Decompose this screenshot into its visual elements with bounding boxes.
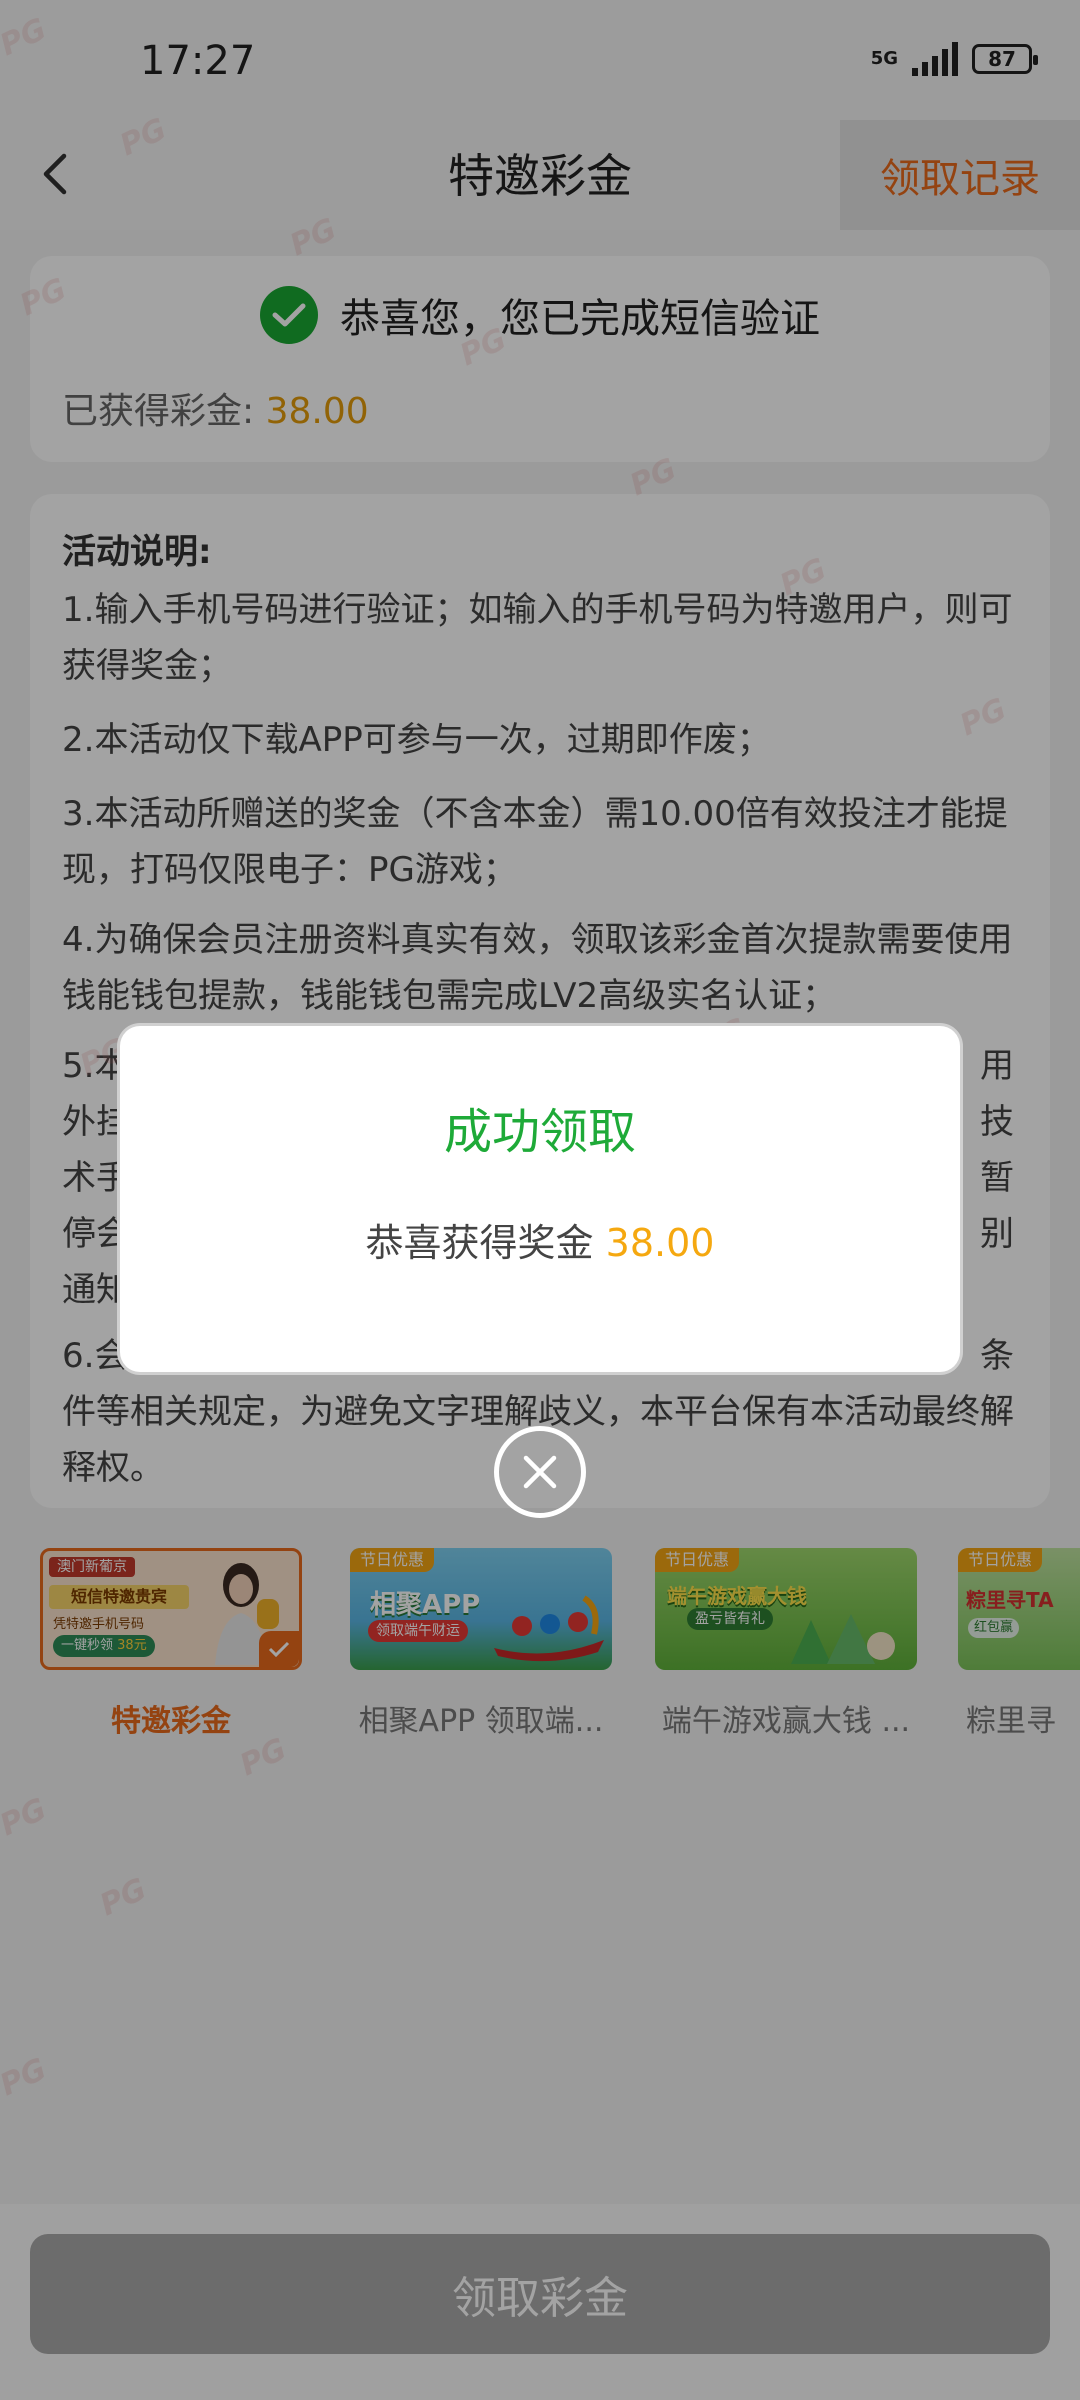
- success-dialog: 成功领取 恭喜获得奖金 38.00: [120, 1026, 960, 1372]
- dialog-amount: 38.00: [605, 1221, 715, 1265]
- close-icon: [523, 1455, 557, 1489]
- close-dialog-button[interactable]: [494, 1426, 586, 1518]
- dialog-message-text: 恭喜获得奖金: [365, 1221, 606, 1265]
- dialog-message: 恭喜获得奖金 38.00: [120, 1212, 960, 1267]
- dialog-title: 成功领取: [443, 1104, 636, 1160]
